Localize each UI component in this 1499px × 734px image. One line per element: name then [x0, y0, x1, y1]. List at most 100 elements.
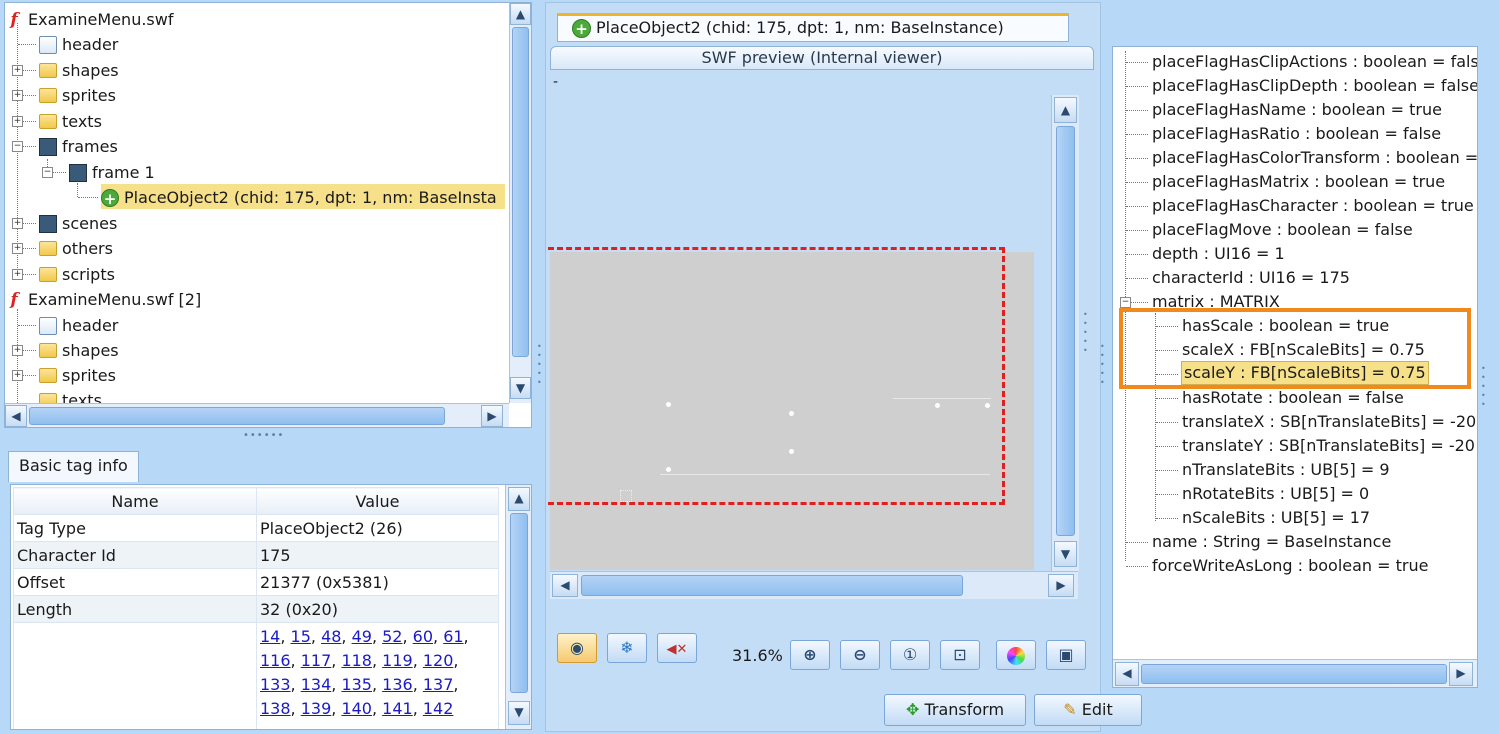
expand-icon[interactable]: + [12, 345, 23, 356]
canvas-handle[interactable] [789, 411, 794, 416]
property-row[interactable]: placeFlagHasClipDepth : boolean = false [1152, 74, 1477, 98]
column-header-name[interactable]: Name [13, 487, 257, 515]
scroll-right-icon[interactable]: ▶ [481, 405, 503, 427]
dependency-link[interactable]: 48 [321, 627, 341, 646]
preview-tab[interactable]: + PlaceObject2 (chid: 175, dpt: 1, nm: Ba… [557, 13, 1069, 42]
tree-item-frames[interactable]: frames [39, 133, 118, 158]
snapshot-button[interactable]: ▣ [1046, 640, 1086, 670]
dependency-link[interactable]: 137 [423, 675, 454, 694]
scroll-left-icon[interactable]: ◀ [1115, 662, 1139, 686]
scroll-thumb[interactable] [29, 407, 445, 425]
tree-item-texts[interactable]: texts [39, 108, 102, 133]
dependency-link[interactable]: 140 [341, 699, 372, 718]
zoom-actual-button[interactable]: ① [890, 640, 930, 670]
collapse-icon[interactable]: − [42, 167, 53, 178]
table-row[interactable]: Tag Type PlaceObject2 (26) [13, 514, 499, 542]
dependency-link[interactable]: 118 [341, 651, 372, 670]
scroll-left-icon[interactable]: ◀ [5, 405, 27, 427]
property-row[interactable]: nRotateBits : UB[5] = 0 [1182, 482, 1369, 506]
tree-item-swf[interactable]: f ExamineMenu.swf [5, 6, 173, 31]
zoom-out-button[interactable]: ⊖ [840, 640, 880, 670]
property-row[interactable]: nTranslateBits : UB[5] = 9 [1182, 458, 1390, 482]
property-row[interactable]: name : String = BaseInstance [1152, 530, 1391, 554]
tree-item-swf-2[interactable]: f ExamineMenu.swf [2] [5, 286, 201, 311]
dependency-link[interactable]: 136 [382, 675, 413, 694]
property-row[interactable]: translateX : SB[nTranslateBits] = -20 [1182, 410, 1476, 434]
dependency-link[interactable]: 141 [382, 699, 413, 718]
scroll-down-icon[interactable]: ▼ [508, 701, 530, 725]
preview-vertical-scrollbar[interactable]: ▲ ▼ [1051, 95, 1079, 571]
tree-vertical-scrollbar[interactable]: ▲ ▼ [509, 3, 531, 403]
dependency-link[interactable]: 134 [301, 675, 332, 694]
collapse-icon[interactable]: − [12, 141, 23, 152]
expand-icon[interactable]: + [12, 269, 23, 280]
tree-item-others[interactable]: others [39, 235, 113, 260]
scroll-thumb[interactable] [1141, 664, 1447, 684]
freeze-button[interactable]: ❄ [607, 633, 647, 663]
dependency-link[interactable]: 60 [413, 627, 433, 646]
dependency-link[interactable]: 133 [260, 675, 291, 694]
properties-horizontal-scrollbar[interactable]: ◀ ▶ [1113, 659, 1477, 687]
property-row[interactable]: translateY : SB[nTranslateBits] = -20 [1182, 434, 1475, 458]
tree-item-sprites[interactable]: sprites [39, 82, 116, 107]
expand-icon[interactable]: + [12, 90, 23, 101]
property-row[interactable]: placeFlagMove : boolean = false [1152, 218, 1413, 242]
table-row[interactable]: Length 32 (0x20) [13, 595, 499, 623]
expand-icon[interactable]: + [12, 370, 23, 381]
canvas-handle[interactable] [985, 403, 990, 408]
property-row[interactable]: placeFlagHasName : boolean = true [1152, 98, 1442, 122]
dependency-link[interactable]: 49 [352, 627, 372, 646]
scroll-left-icon[interactable]: ◀ [552, 574, 578, 597]
tree-item-sprites-2[interactable]: sprites [39, 362, 116, 387]
property-row[interactable]: forceWriteAsLong : boolean = true [1152, 554, 1428, 578]
expand-icon[interactable]: + [12, 116, 23, 127]
tree-item-placeobject2[interactable]: + PlaceObject2 (chid: 175, dpt: 1, nm: Ba… [101, 184, 505, 209]
collapse-icon[interactable]: − [1120, 297, 1131, 308]
transform-button[interactable]: ✥ Transform [884, 694, 1026, 726]
dependency-link[interactable]: 61 [443, 627, 463, 646]
dependency-link[interactable]: 52 [382, 627, 402, 646]
splitter-handle[interactable]: • • • • • [537, 342, 542, 387]
property-row[interactable]: placeFlagHasColorTransform : boolean = f… [1152, 146, 1477, 170]
tree-item-shapes[interactable]: shapes [39, 57, 119, 82]
show-button[interactable]: ◉ [557, 633, 597, 663]
zoom-in-button[interactable]: ⊕ [790, 640, 830, 670]
tree-item-frame-1[interactable]: frame 1 [69, 159, 155, 184]
expand-icon[interactable]: + [12, 243, 23, 254]
table-row[interactable]: 14, 15, 48, 49, 52, 60, 61, 116, 117, 11… [13, 622, 499, 729]
dependency-link[interactable]: 135 [341, 675, 372, 694]
scroll-right-icon[interactable]: ▶ [1449, 662, 1473, 686]
property-row[interactable]: depth : UI16 = 1 [1152, 242, 1285, 266]
tree-item-scripts[interactable]: scripts [39, 261, 115, 286]
color-button[interactable] [996, 640, 1036, 670]
tree-horizontal-scrollbar[interactable]: ◀ ▶ [5, 403, 509, 427]
scroll-right-icon[interactable]: ▶ [1048, 574, 1074, 597]
scroll-thumb[interactable] [1056, 126, 1075, 536]
dependency-link[interactable]: 138 [260, 699, 291, 718]
dependency-link[interactable]: 139 [301, 699, 332, 718]
property-row[interactable]: placeFlagHasRatio : boolean = false [1152, 122, 1441, 146]
expand-icon[interactable]: + [12, 65, 23, 76]
scroll-down-icon[interactable]: ▼ [1054, 541, 1077, 567]
zoom-fit-button[interactable]: ⊡ [940, 640, 980, 670]
edit-button[interactable]: ✎ Edit [1034, 694, 1142, 726]
scroll-down-icon[interactable]: ▼ [510, 377, 531, 399]
table-row[interactable]: Character Id 175 [13, 541, 499, 569]
property-row[interactable]: hasRotate : boolean = false [1182, 386, 1404, 410]
column-header-value[interactable]: Value [256, 487, 499, 515]
canvas-handle[interactable] [666, 402, 671, 407]
tab-basic-tag-info[interactable]: Basic tag info [8, 451, 139, 482]
property-row[interactable]: placeFlagHasClipActions : boolean = fals… [1152, 50, 1477, 74]
tag-info-scrollbar[interactable]: ▲ ▼ [505, 485, 531, 729]
tree-item-scenes[interactable]: scenes [39, 210, 117, 235]
property-row[interactable]: characterId : UI16 = 175 [1152, 266, 1350, 290]
tree-item-shapes-2[interactable]: shapes [39, 337, 119, 362]
splitter-handle[interactable]: • • • • • [1481, 364, 1486, 409]
scroll-up-icon[interactable]: ▲ [1054, 97, 1077, 123]
tree-item-header-2[interactable]: header [39, 312, 118, 337]
dependency-link[interactable]: 142 [423, 699, 454, 718]
splitter-handle[interactable]: • • • • • [1083, 310, 1088, 355]
scroll-thumb[interactable] [510, 513, 528, 693]
dependency-link[interactable]: 117 [301, 651, 332, 670]
canvas-handle[interactable] [666, 467, 671, 472]
